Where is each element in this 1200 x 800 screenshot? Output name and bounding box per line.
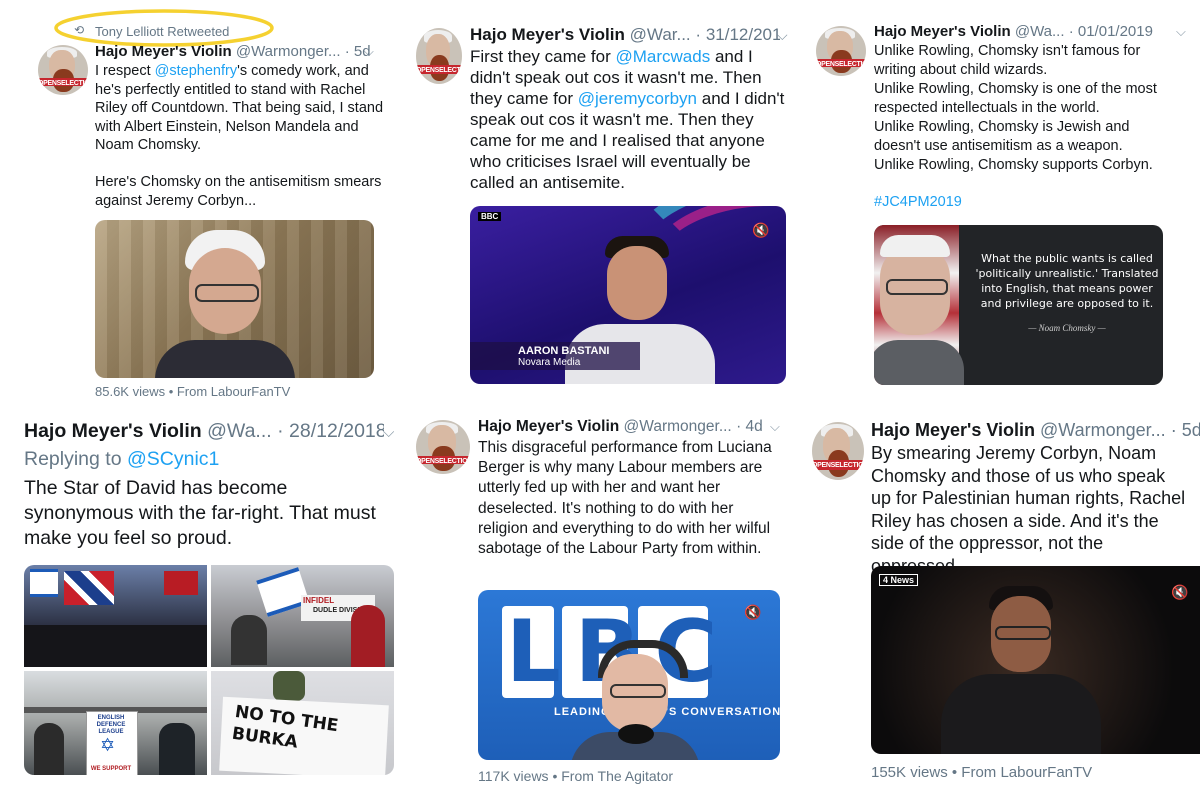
video-meta: 155K views • From LabourFanTV xyxy=(871,764,1093,781)
person-figure xyxy=(941,586,1101,754)
quote-author: — Noam Chomsky — xyxy=(1028,323,1106,333)
tweet-card-5[interactable]: OPENSELECTION Hajo Meyer's Violin @Warmo… xyxy=(400,400,800,800)
chomsky-photo xyxy=(874,225,964,385)
placard-text: ENGLISH DEFENCE LEAGUE xyxy=(96,715,126,735)
timestamp[interactable]: 4d xyxy=(746,418,763,435)
tweet-header: Hajo Meyer's Violin @Warmonger... · 5d xyxy=(871,420,1200,440)
avatar[interactable]: OPENSELECTION xyxy=(816,26,866,76)
avatar[interactable]: OPENSELECTION xyxy=(38,45,88,95)
tweet-card-4[interactable]: Hajo Meyer's Violin @Wa... · 28/12/2018 … xyxy=(0,400,400,800)
person-figure xyxy=(570,640,700,760)
reply-to-link[interactable]: @SCynic1 xyxy=(127,448,219,470)
mention-link[interactable]: @stephenfry xyxy=(155,63,237,79)
tweet-header: Hajo Meyer's Violin @War... · 31/12/2018 xyxy=(470,25,780,45)
reply-context: Replying to @SCynic1 xyxy=(24,448,220,470)
mention-link[interactable]: @Marcwads xyxy=(615,47,710,66)
photo-1[interactable] xyxy=(24,565,207,667)
channel-logo: BBC xyxy=(478,212,502,221)
tweet-card-6[interactable]: OPENSELECTION Hajo Meyer's Violin @Warmo… xyxy=(800,400,1200,800)
retweeted-by[interactable]: Tony Lelliott Retweeted xyxy=(95,24,229,39)
display-name[interactable]: Hajo Meyer's Violin xyxy=(871,420,1035,440)
display-name[interactable]: Hajo Meyer's Violin xyxy=(24,420,202,442)
quote-image[interactable]: What the public wants is called 'politic… xyxy=(874,225,1163,385)
video-thumbnail[interactable] xyxy=(95,220,374,378)
chevron-down-icon[interactable]: ⌵ xyxy=(364,44,374,60)
handle[interactable]: @Warmonger... xyxy=(624,418,732,435)
avatar[interactable]: OPENSELECTION xyxy=(416,28,462,84)
lower-third: AARON BASTANI Novara Media xyxy=(470,342,640,370)
video-thumbnail[interactable]: LBC 🔇 LEADING BRITAIN'S CONVERSATION xyxy=(478,590,780,760)
chevron-down-icon[interactable]: ⌵ xyxy=(1176,24,1186,40)
tweet-text: Unlike Rowling, Chomsky isn't famous for… xyxy=(874,43,1157,173)
tweet-card-2[interactable]: OPENSELECTION Hajo Meyer's Violin @War..… xyxy=(400,0,800,400)
banner-text: INFIDEL xyxy=(303,596,335,605)
avatar[interactable]: OPENSELECTION xyxy=(812,422,864,480)
photo-4[interactable]: NO TO THE BURKA xyxy=(211,671,394,775)
tweet-text: This disgraceful performance from Lucian… xyxy=(478,439,772,558)
video-thumbnail[interactable]: BBC 🔇 AARON BASTANI Novara Media xyxy=(470,206,786,384)
display-name[interactable]: Hajo Meyer's Violin xyxy=(478,418,619,435)
retweet-icon: ⟲ xyxy=(74,23,85,37)
photo-3[interactable]: ENGLISH DEFENCE LEAGUE ✡ WE SUPPORT xyxy=(24,671,207,775)
person-figure xyxy=(155,230,295,378)
timestamp[interactable]: 5d xyxy=(1182,420,1200,440)
display-name[interactable]: Hajo Meyer's Violin xyxy=(470,25,625,44)
hashtag-link[interactable]: #JC4PM2019 xyxy=(874,194,962,210)
tweet-card-1[interactable]: ⟲ Tony Lelliott Retweeted OPENSELECTION … xyxy=(0,0,400,400)
video-thumbnail[interactable]: 4 News 🔇 xyxy=(871,566,1200,754)
video-meta: 85.6K views • From LabourFanTV xyxy=(95,384,291,399)
tweet-text: First they came for @Marcwads and I didn… xyxy=(470,47,785,192)
tweet-header: Hajo Meyer's Violin @Warmonger... · 4d xyxy=(478,418,763,435)
handle[interactable]: @Wa... xyxy=(1015,23,1065,40)
timestamp[interactable]: 31/12/2018 xyxy=(706,25,780,44)
chevron-down-icon[interactable]: ⌵ xyxy=(383,424,394,441)
timestamp[interactable]: 28/12/2018 xyxy=(289,420,384,442)
mention-link[interactable]: @jeremycorbyn xyxy=(578,89,697,108)
tweet-header: Hajo Meyer's Violin @Wa... · 28/12/2018 xyxy=(24,420,384,443)
avatar[interactable]: OPENSELECTION xyxy=(416,420,470,474)
chevron-down-icon[interactable]: ⌵ xyxy=(777,27,788,44)
display-name[interactable]: Hajo Meyer's Violin xyxy=(95,43,232,60)
handle[interactable]: @Warmonger... xyxy=(236,43,341,60)
tweet-card-3[interactable]: OPENSELECTION Hajo Meyer's Violin @Wa...… xyxy=(800,0,1200,400)
tweet-header: Hajo Meyer's Violin @Wa... · 01/01/2019 xyxy=(874,23,1153,40)
timestamp[interactable]: 01/01/2019 xyxy=(1078,23,1153,40)
handle[interactable]: @Wa... xyxy=(207,420,272,442)
muted-speaker-icon[interactable]: 🔇 xyxy=(744,604,761,621)
chevron-down-icon[interactable]: ⌵ xyxy=(770,419,780,435)
muted-speaker-icon[interactable]: 🔇 xyxy=(1171,584,1188,601)
placard-text: WE SUPPORT xyxy=(90,766,132,772)
handle[interactable]: @Warmonger... xyxy=(1040,420,1166,440)
tweet-header: Hajo Meyer's Violin @Warmonger... · 5d xyxy=(95,43,371,60)
channel-logo: 4 News xyxy=(879,574,919,586)
tweet-text: I respect @stephenfry's comedy work, and… xyxy=(95,63,384,209)
quote-text: What the public wants is called 'politic… xyxy=(975,252,1159,310)
handle[interactable]: @War... xyxy=(630,25,691,44)
muted-speaker-icon[interactable]: 🔇 xyxy=(752,222,769,239)
display-name[interactable]: Hajo Meyer's Violin xyxy=(874,23,1011,40)
photo-2[interactable]: INFIDEL DUDLE DIVISIO xyxy=(211,565,394,667)
video-meta: 117K views • From The Agitator xyxy=(478,768,674,784)
tweet-text: By smearing Jeremy Corbyn, Noam Chomsky … xyxy=(871,443,1186,576)
photo-grid: INFIDEL DUDLE DIVISIO ENGLISH DEFENCE LE… xyxy=(24,565,394,775)
tweet-text: The Star of David has become synonymous … xyxy=(24,477,376,549)
